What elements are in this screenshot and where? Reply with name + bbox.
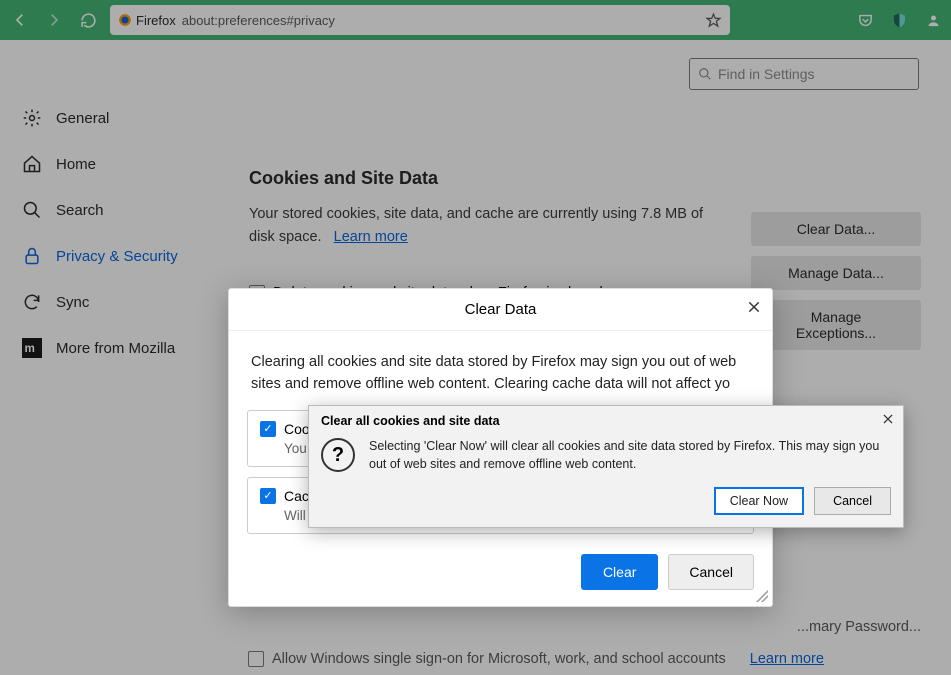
confirm-dialog: Clear all cookies and site data ? Select…: [308, 405, 904, 528]
cancel-button[interactable]: Cancel: [814, 487, 891, 515]
dialog-footer: Clear Cancel: [229, 544, 772, 606]
dialog-title: Clear Data: [465, 301, 537, 318]
dialog-header: Clear Data: [229, 289, 772, 331]
clear-button[interactable]: Clear: [581, 554, 658, 590]
confirm-title: Clear all cookies and site data: [309, 406, 903, 428]
cancel-button[interactable]: Cancel: [668, 554, 754, 590]
checkbox-checked-icon[interactable]: ✓: [260, 421, 276, 437]
close-icon[interactable]: [746, 299, 762, 315]
checkbox-checked-icon[interactable]: ✓: [260, 488, 276, 504]
question-icon: ?: [321, 438, 355, 472]
confirm-text: Selecting 'Clear Now' will clear all coo…: [369, 438, 891, 473]
confirm-body: ? Selecting 'Clear Now' will clear all c…: [309, 428, 903, 481]
clear-now-button[interactable]: Clear Now: [714, 487, 804, 515]
resize-handle-icon[interactable]: [756, 590, 768, 602]
confirm-footer: Clear Now Cancel: [309, 481, 903, 527]
close-icon[interactable]: [881, 412, 895, 426]
dialog-body: Clearing all cookies and site data store…: [229, 331, 772, 410]
